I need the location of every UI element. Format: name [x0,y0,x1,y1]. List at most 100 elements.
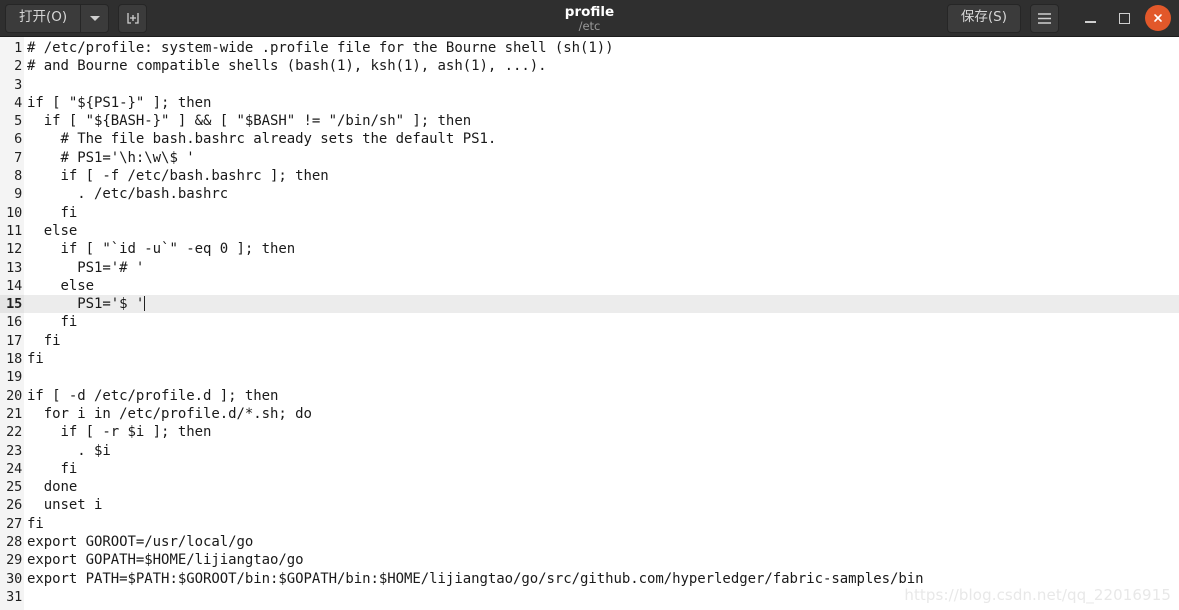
code-line[interactable]: 8 if [ -f /etc/bash.bashrc ]; then [0,167,1179,186]
code-line[interactable]: 20 if [ -d /etc/profile.d ]; then [0,386,1179,405]
code-line-text[interactable]: export PATH=$PATH:$GOROOT/bin:$GOPATH/bi… [24,570,1179,588]
line-number: 30 [0,569,24,588]
code-line[interactable]: 16 fi [0,313,1179,332]
code-line-text[interactable]: if [ -f /etc/bash.bashrc ]; then [24,167,1179,185]
titlebar-left-controls: 打开(O) [5,3,148,33]
line-number: 12 [0,240,24,259]
line-number: 20 [0,386,24,405]
code-line-text[interactable]: else [24,277,1179,295]
code-line-text[interactable]: if [ -r $i ]; then [24,423,1179,441]
code-line-text[interactable]: else [24,222,1179,240]
code-line[interactable]: 29 export GOPATH=$HOME/lijiangtao/go [0,551,1179,570]
code-line-text[interactable]: if [ "`id -u`" -eq 0 ]; then [24,240,1179,258]
line-number: 22 [0,423,24,442]
line-number: 17 [0,331,24,351]
code-line[interactable]: 25 done [0,478,1179,497]
code-line-text[interactable]: # PS1='\h:\w\$ ' [24,149,1179,167]
titlebar-right-controls: 保存(S) [946,1,1174,35]
open-button[interactable]: 打开(O) [5,3,81,33]
code-line-text[interactable]: # /etc/profile: system-wide .profile fil… [24,39,1179,57]
line-number: 27 [0,514,24,534]
line-number: 6 [0,130,24,149]
title-bar: 打开(O) profile /etc 保存(S) [0,0,1179,37]
new-document-button[interactable] [118,3,148,33]
code-line-text[interactable]: fi [24,350,1179,368]
code-line[interactable]: 3 [0,75,1179,94]
code-line-text[interactable]: PS1='# ' [24,259,1179,277]
open-dropdown-button[interactable] [80,3,110,33]
code-line-text[interactable]: if [ -d /etc/profile.d ]; then [24,387,1179,405]
code-line-text[interactable]: PS1='$ ' [24,295,1179,313]
code-line-text[interactable]: fi [24,460,1179,478]
close-icon [1154,14,1162,22]
maximize-button[interactable] [1107,1,1141,35]
text-editor-window: 打开(O) profile /etc 保存(S) 1 # /etc/profil… [0,0,1179,610]
code-line[interactable]: 28 export GOROOT=/usr/local/go [0,533,1179,552]
code-line-text[interactable]: for i in /etc/profile.d/*.sh; do [24,405,1179,423]
code-line-text[interactable]: if [ "${BASH-}" ] && [ "$BASH" != "/bin/… [24,112,1179,130]
code-line-text[interactable]: fi [24,332,1179,350]
line-number: 13 [0,258,24,277]
code-lines-container[interactable]: 1 # /etc/profile: system-wide .profile fi… [0,37,1179,610]
line-number: 3 [0,75,24,94]
code-line[interactable]: 15 PS1='$ ' [0,295,1179,314]
code-line[interactable]: 7 # PS1='\h:\w\$ ' [0,148,1179,168]
menu-button[interactable] [1030,3,1059,33]
code-line[interactable]: 9 . /etc/bash.bashrc [0,185,1179,204]
code-line-text[interactable]: . /etc/bash.bashrc [24,185,1179,203]
code-line[interactable]: 22 if [ -r $i ]; then [0,423,1179,442]
code-line-text[interactable]: unset i [24,496,1179,514]
code-line[interactable]: 19 [0,368,1179,387]
code-line[interactable]: 27 fi [0,514,1179,534]
code-line-text[interactable] [24,76,1179,94]
line-number: 9 [0,185,24,204]
code-line-text[interactable]: # The file bash.bashrc already sets the … [24,130,1179,148]
code-line-text[interactable] [24,368,1179,386]
code-line-text[interactable]: done [24,478,1179,496]
code-line[interactable]: 13 PS1='# ' [0,258,1179,277]
code-line[interactable]: 18 fi [0,350,1179,369]
code-line[interactable]: 24 fi [0,459,1179,479]
save-button[interactable]: 保存(S) [946,3,1021,33]
code-line[interactable]: 1 # /etc/profile: system-wide .profile fi… [0,39,1179,58]
code-line-text[interactable]: if [ "${PS1-}" ]; then [24,94,1179,112]
code-line[interactable]: 30 export PATH=$PATH:$GOROOT/bin:$GOPATH/… [0,569,1179,588]
maximize-icon [1118,12,1130,24]
line-number: 2 [0,57,24,76]
code-line-text[interactable]: export GOPATH=$HOME/lijiangtao/go [24,551,1179,569]
line-number: 16 [0,313,24,332]
code-line[interactable]: 14 else [0,276,1179,296]
code-line[interactable]: 21 for i in /etc/profile.d/*.sh; do [0,404,1179,424]
code-line-text[interactable]: fi [24,515,1179,533]
line-number: 11 [0,221,24,241]
line-number: 29 [0,551,24,570]
code-line[interactable]: 26 unset i [0,496,1179,515]
minimize-button[interactable] [1073,1,1107,35]
text-cursor [144,296,146,312]
code-line[interactable]: 6 # The file bash.bashrc already sets th… [0,130,1179,149]
code-line-text[interactable]: fi [24,313,1179,331]
code-editor[interactable]: 1 # /etc/profile: system-wide .profile fi… [0,37,1179,610]
code-line[interactable]: 23 . $i [0,441,1179,460]
code-line-text[interactable]: fi [24,204,1179,222]
code-line[interactable]: 11 else [0,221,1179,241]
line-number: 7 [0,148,24,168]
code-line-text[interactable]: export GOROOT=/usr/local/go [24,533,1179,551]
code-line[interactable]: 31 [0,587,1179,607]
code-line[interactable]: 12 if [ "`id -u`" -eq 0 ]; then [0,240,1179,259]
line-number: 25 [0,478,24,497]
code-line-text[interactable]: # and Bourne compatible shells (bash(1),… [24,57,1179,75]
code-line[interactable]: 17 fi [0,331,1179,351]
code-line-text[interactable]: . $i [24,442,1179,460]
code-line[interactable]: 4 if [ "${PS1-}" ]; then [0,93,1179,113]
code-line-text[interactable] [24,588,1179,606]
line-number: 15 [0,295,24,314]
line-number: 18 [0,350,24,369]
code-line[interactable]: 10 fi [0,203,1179,222]
line-number: 14 [0,276,24,296]
code-line[interactable]: 5 if [ "${BASH-}" ] && [ "$BASH" != "/bi… [0,112,1179,131]
line-number: 26 [0,496,24,515]
window-controls [1073,1,1174,35]
close-button[interactable] [1145,5,1171,31]
code-line[interactable]: 2 # and Bourne compatible shells (bash(1)… [0,57,1179,76]
